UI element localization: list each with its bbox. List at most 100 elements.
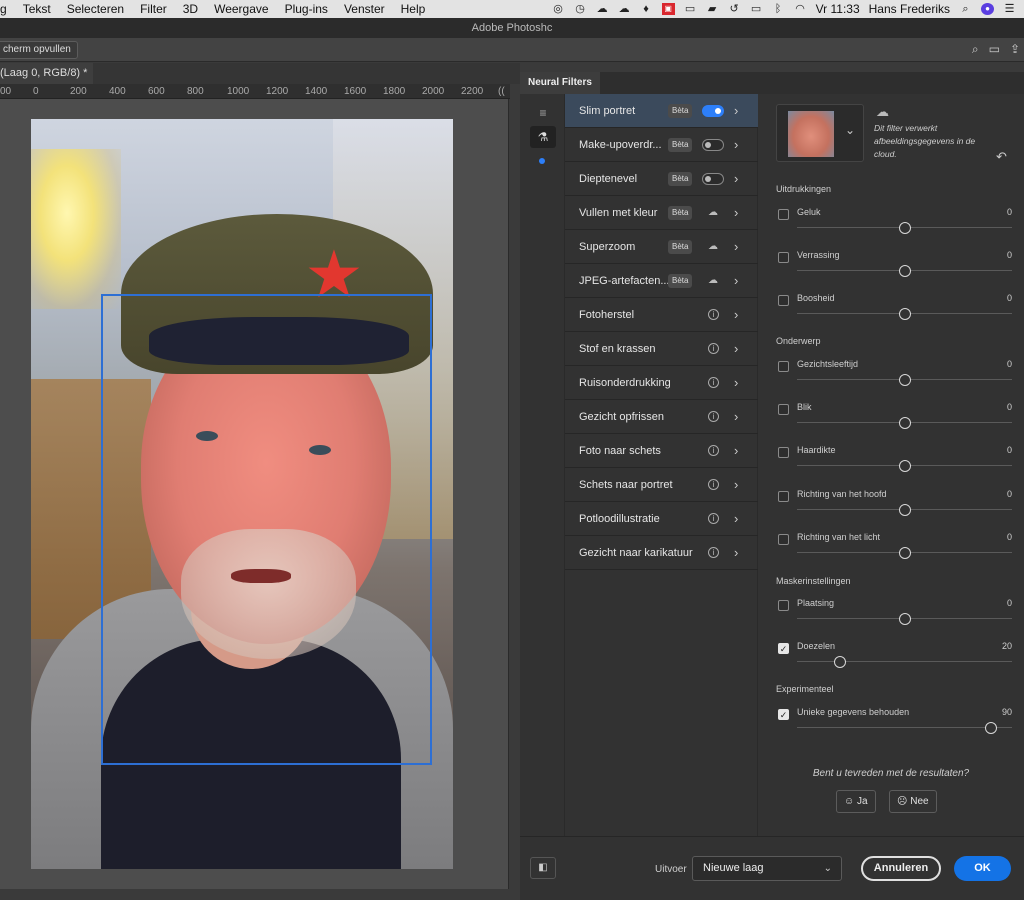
flame-icon[interactable]: ♦ <box>640 3 653 15</box>
cloud-download-icon[interactable]: ☁ <box>706 240 720 254</box>
filter-item-karikatuur[interactable]: Gezicht naar karikatuur i › <box>565 536 758 570</box>
chevron-right-icon[interactable]: › <box>734 128 738 162</box>
before-after-icon[interactable]: ◧ <box>530 857 556 879</box>
chevron-right-icon[interactable]: › <box>734 230 738 264</box>
slider-track[interactable] <box>797 661 1012 662</box>
bluetooth-icon[interactable]: ᛒ <box>772 3 785 15</box>
filter-item-stof[interactable]: Stof en krassen i › <box>565 332 758 366</box>
sliders-icon[interactable]: ≡ <box>530 102 556 124</box>
info-icon[interactable]: i <box>708 309 719 320</box>
checkbox[interactable] <box>778 600 789 611</box>
chevron-right-icon[interactable]: › <box>734 400 738 434</box>
slider-plaatsing[interactable]: Plaatsing 0 <box>776 593 1012 633</box>
cloud-download-icon[interactable]: ☁ <box>706 206 720 220</box>
cloud-download-icon[interactable]: ☁ <box>706 274 720 288</box>
chevron-right-icon[interactable]: › <box>734 94 738 128</box>
user-name[interactable]: Hans Frederiks <box>869 2 950 16</box>
slider-knob[interactable] <box>898 374 911 386</box>
filter-item-schets-portret[interactable]: Schets naar portret i › <box>565 468 758 502</box>
slider-geluk[interactable]: Geluk 0 <box>776 202 1012 242</box>
menu-tekst[interactable]: Tekst <box>15 2 59 16</box>
history-icon[interactable]: ↺ <box>728 3 741 15</box>
info-icon[interactable]: i <box>708 547 719 558</box>
control-center-icon[interactable]: ☰ <box>1003 3 1016 15</box>
cancel-button[interactable]: Annuleren <box>861 856 941 881</box>
info-icon[interactable]: i <box>708 479 719 490</box>
slider-boosheid[interactable]: Boosheid 0 <box>776 288 1012 328</box>
cloud-icon[interactable]: ☁ <box>596 3 609 15</box>
menu-plugins[interactable]: Plug-ins <box>277 2 336 16</box>
canvas-vertical-scrollbar[interactable] <box>508 99 520 889</box>
clock-icon[interactable]: ◷ <box>574 3 587 15</box>
ok-button[interactable]: OK <box>954 856 1011 881</box>
chevron-right-icon[interactable]: › <box>734 434 738 468</box>
info-icon[interactable]: i <box>708 343 719 354</box>
checkbox[interactable] <box>778 361 789 372</box>
slider-verrassing[interactable]: Verrassing 0 <box>776 245 1012 285</box>
filter-item-make-up[interactable]: Make-upoverdr... Bèta › <box>565 128 758 162</box>
checkbox[interactable] <box>778 404 789 415</box>
slider-knob[interactable] <box>898 613 911 625</box>
checkbox[interactable] <box>778 209 789 220</box>
output-select[interactable]: Nieuwe laag ⌄ <box>692 856 842 881</box>
slider-knob[interactable] <box>898 265 911 277</box>
menu-help[interactable]: Help <box>393 2 434 16</box>
info-icon[interactable]: i <box>708 513 719 524</box>
evernote-icon[interactable]: ▰ <box>706 3 719 15</box>
checkbox[interactable] <box>778 252 789 263</box>
spotlight-search-icon[interactable]: ⌕ <box>959 3 972 15</box>
chevron-right-icon[interactable]: › <box>734 502 738 536</box>
filter-toggle[interactable] <box>702 173 724 185</box>
slider-knob[interactable] <box>898 460 911 472</box>
chevron-right-icon[interactable]: › <box>734 162 738 196</box>
slider-knob[interactable] <box>984 722 997 734</box>
filter-toggle[interactable] <box>702 139 724 151</box>
slider-gezichtsleeftijd[interactable]: Gezichtsleeftijd 0 <box>776 354 1012 394</box>
checkbox[interactable] <box>778 534 789 545</box>
document-tab[interactable]: (Laag 0, RGB/8) * <box>0 63 94 84</box>
feedback-no-button[interactable]: ☹ Nee <box>889 790 937 813</box>
slider-unieke-gegevens[interactable]: ✓ Unieke gegevens behouden 90 <box>776 702 1012 742</box>
face-detection-box[interactable] <box>101 294 432 765</box>
menu-weergave[interactable]: Weergave <box>206 2 276 16</box>
chevron-right-icon[interactable]: › <box>734 196 738 230</box>
reset-icon[interactable]: ↶ <box>996 149 1007 165</box>
info-icon[interactable]: i <box>708 445 719 456</box>
filter-item-potlood[interactable]: Potloodillustratie i › <box>565 502 758 536</box>
menu-filter[interactable]: Filter <box>132 2 175 16</box>
chevron-down-icon[interactable]: ⌄ <box>845 123 855 137</box>
chevron-right-icon[interactable]: › <box>734 332 738 366</box>
flask-icon[interactable]: ⚗ <box>530 126 556 148</box>
menu-venster[interactable]: Venster <box>336 2 393 16</box>
slider-blik[interactable]: Blik 0 <box>776 397 1012 437</box>
checkbox[interactable] <box>778 491 789 502</box>
checkbox[interactable] <box>778 295 789 306</box>
menu-3d[interactable]: 3D <box>175 2 206 16</box>
chevron-right-icon[interactable]: › <box>734 264 738 298</box>
filter-item-slim-portret[interactable]: Slim portret Bèta › <box>565 94 758 128</box>
checkbox[interactable] <box>778 447 789 458</box>
fill-screen-button[interactable]: cherm opvullen <box>0 41 78 59</box>
slider-knob[interactable] <box>834 656 846 668</box>
creative-cloud-icon[interactable]: ◎ <box>552 3 565 15</box>
menu-text[interactable]: g <box>0 2 15 16</box>
pdf-icon[interactable]: ▣ <box>661 3 675 15</box>
slider-haardikte[interactable]: Haardikte 0 <box>776 440 1012 480</box>
filter-item-jpeg[interactable]: JPEG-artefacten... Bèta ☁ › <box>565 264 758 298</box>
filter-item-dieptenevel[interactable]: Dieptenevel Bèta › <box>565 162 758 196</box>
chevron-right-icon[interactable]: › <box>734 298 738 332</box>
menu-selecteren[interactable]: Selecteren <box>59 2 132 16</box>
feedback-yes-button[interactable]: ☺ Ja <box>836 790 876 813</box>
slider-knob[interactable] <box>898 222 911 234</box>
siri-icon[interactable]: ● <box>981 3 994 15</box>
filter-item-gezicht-opfrissen[interactable]: Gezicht opfrissen i › <box>565 400 758 434</box>
neural-filters-tab[interactable]: Neural Filters <box>520 72 600 94</box>
filter-item-vullen[interactable]: Vullen met kleur Bèta ☁ › <box>565 196 758 230</box>
slider-doezelen[interactable]: ✓ Doezelen 20 <box>776 636 1012 676</box>
slider-richting-licht[interactable]: Richting van het licht 0 <box>776 527 1012 567</box>
chevron-right-icon[interactable]: › <box>734 468 738 502</box>
info-icon[interactable]: i <box>708 411 719 422</box>
filter-item-ruis[interactable]: Ruisonderdrukking i › <box>565 366 758 400</box>
cloud-upload-icon[interactable]: ☁ <box>618 3 631 15</box>
slider-knob[interactable] <box>898 308 911 320</box>
